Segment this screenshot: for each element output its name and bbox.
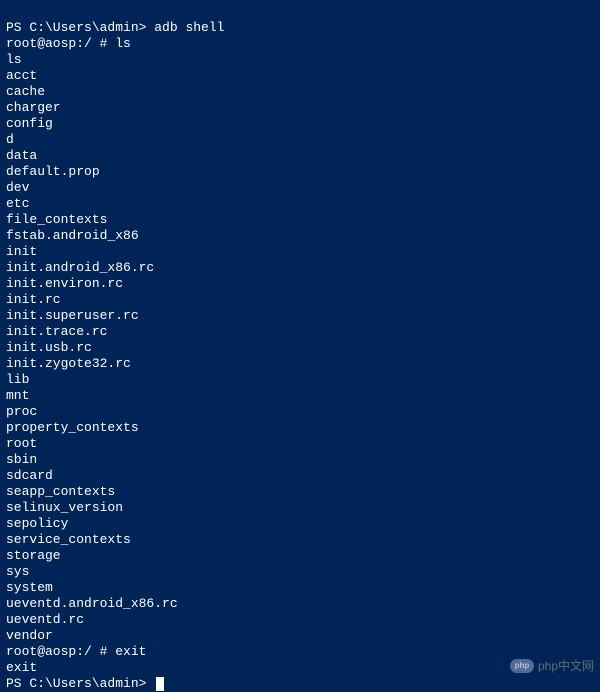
listing-item: init.zygote32.rc xyxy=(6,356,131,371)
listing-item: seapp_contexts xyxy=(6,484,115,499)
php-logo-icon: php xyxy=(510,659,534,673)
listing-item: storage xyxy=(6,548,61,563)
listing-item: d xyxy=(6,132,14,147)
listing-item: selinux_version xyxy=(6,500,123,515)
listing-item: property_contexts xyxy=(6,420,139,435)
echo-exit: exit xyxy=(6,660,37,675)
listing-item: sys xyxy=(6,564,29,579)
listing-item: init.rc xyxy=(6,292,61,307)
listing-item: root xyxy=(6,436,37,451)
listing-item: charger xyxy=(6,100,61,115)
cmd-adb-shell: adb shell xyxy=(154,20,224,35)
listing-item: proc xyxy=(6,404,37,419)
listing-item: config xyxy=(6,116,53,131)
echo-ls: ls xyxy=(6,52,22,67)
watermark: php php中文网 xyxy=(510,658,594,674)
listing-item: init.trace.rc xyxy=(6,324,107,339)
listing-item: init.android_x86.rc xyxy=(6,260,154,275)
listing-item: sbin xyxy=(6,452,37,467)
listing-item: mnt xyxy=(6,388,29,403)
listing-item: sdcard xyxy=(6,468,53,483)
watermark-text: php中文网 xyxy=(538,658,594,674)
listing-item: ueventd.rc xyxy=(6,612,84,627)
listing-item: system xyxy=(6,580,53,595)
listing-item: acct xyxy=(6,68,37,83)
listing-item: init.superuser.rc xyxy=(6,308,139,323)
listing-item: sepolicy xyxy=(6,516,68,531)
cursor-icon xyxy=(156,677,164,691)
listing-item: cache xyxy=(6,84,45,99)
root-prompt: root@aosp:/ # xyxy=(6,36,115,51)
listing-item: data xyxy=(6,148,37,163)
listing-item: lib xyxy=(6,372,29,387)
listing-item: init xyxy=(6,244,37,259)
ps-prompt: PS C:\Users\admin> xyxy=(6,20,154,35)
ps-prompt-final: PS C:\Users\admin> xyxy=(6,676,154,691)
listing-item: default.prop xyxy=(6,164,100,179)
cmd-ls: ls xyxy=(115,36,131,51)
cmd-exit: exit xyxy=(115,644,146,659)
root-prompt: root@aosp:/ # xyxy=(6,644,115,659)
listing-item: file_contexts xyxy=(6,212,107,227)
listing-item: etc xyxy=(6,196,29,211)
terminal-output[interactable]: PS C:\Users\admin> adb shell root@aosp:/… xyxy=(6,4,594,692)
listing-item: service_contexts xyxy=(6,532,131,547)
listing-item: ueventd.android_x86.rc xyxy=(6,596,178,611)
listing-item: dev xyxy=(6,180,29,195)
listing-item: vendor xyxy=(6,628,53,643)
listing-item: init.environ.rc xyxy=(6,276,123,291)
listing-item: fstab.android_x86 xyxy=(6,228,139,243)
listing-item: init.usb.rc xyxy=(6,340,92,355)
